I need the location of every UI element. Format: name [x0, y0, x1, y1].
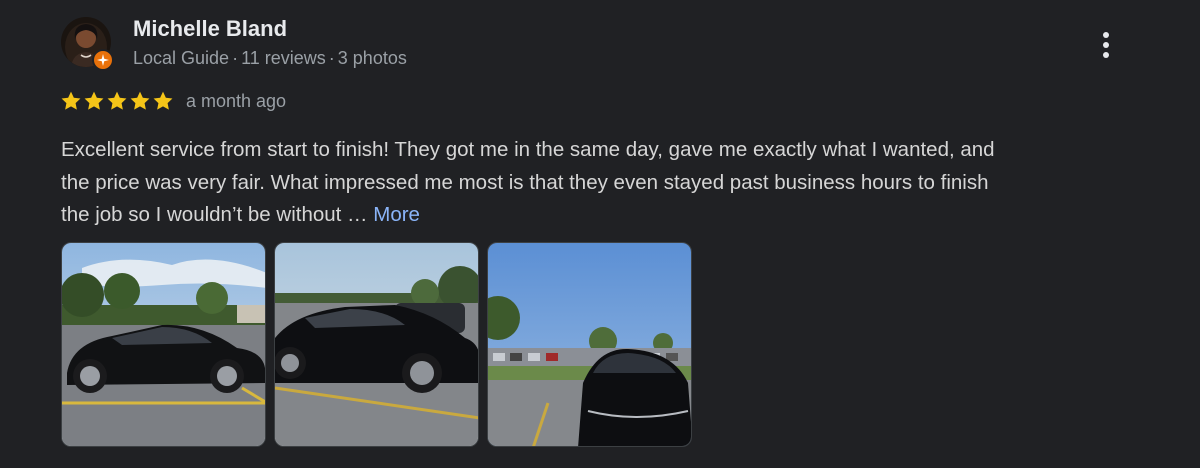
- menu-dot: [1103, 42, 1109, 48]
- star-icon: [61, 91, 81, 110]
- menu-dot: [1103, 32, 1109, 38]
- review-text: Excellent service from start to finish! …: [61, 134, 1141, 232]
- review-text-line: Excellent service from start to finish! …: [61, 138, 995, 161]
- photo-strip: [61, 242, 692, 447]
- review-photo-1[interactable]: [61, 242, 266, 447]
- review-photo-3[interactable]: [487, 242, 692, 447]
- review-photo-2[interactable]: [274, 242, 479, 447]
- reviewer-photo-count: 3 photos: [337, 48, 407, 68]
- more-link[interactable]: More: [373, 203, 420, 226]
- star-rating: [60, 90, 174, 112]
- local-guide-badge-icon: [92, 49, 114, 71]
- star-icon: [84, 91, 104, 110]
- rating-row: a month ago: [60, 89, 286, 113]
- reviewer-review-count: 11 reviews: [241, 48, 326, 68]
- meta-separator: ·: [232, 48, 239, 68]
- review-text-line: the price was very fair. What impressed …: [61, 170, 989, 194]
- meta-separator: ·: [328, 48, 335, 68]
- menu-dot: [1103, 52, 1109, 58]
- review-date: a month ago: [186, 90, 287, 111]
- reviewer-badge: Local Guide: [133, 48, 230, 68]
- reviewer-meta[interactable]: Local Guide · 11 reviews · 3 photos: [133, 46, 407, 70]
- reviewer-name[interactable]: Michelle Bland: [133, 15, 287, 43]
- star-icon: [130, 91, 150, 110]
- review-text-truncated: the job so I wouldn’t be without …: [61, 203, 368, 226]
- more-options-icon[interactable]: [1092, 28, 1120, 62]
- review-text-line: the job so I wouldn’t be without … More: [61, 199, 1141, 232]
- star-icon: [107, 91, 127, 110]
- review-card: Michelle Bland Local Guide · 11 reviews · 3 …: [0, 0, 1200, 468]
- star-icon: [153, 91, 173, 110]
